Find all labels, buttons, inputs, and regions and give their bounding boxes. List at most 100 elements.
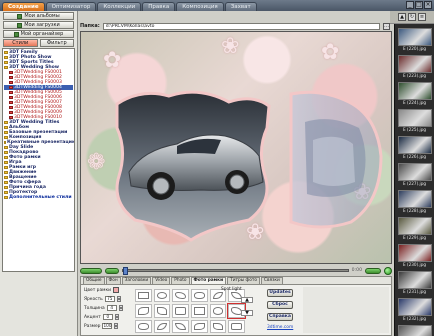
size-value[interactable]: 100 (102, 323, 113, 329)
timeline-knob[interactable] (123, 267, 128, 275)
accent-value[interactable]: 0 (102, 314, 113, 320)
arrow-down-icon[interactable]: ▼ (241, 310, 253, 316)
settings-blank-area (303, 287, 389, 333)
settings-panel: Общие Фон Заголовки Video Photo Фото рамки Тит… (80, 276, 392, 336)
tab-edit[interactable]: Правка (142, 2, 176, 11)
frame-shape-option[interactable] (190, 319, 208, 333)
size-label: Размер (84, 323, 101, 329)
thumbnail-item[interactable]: E (223).jpg (395, 55, 434, 81)
frame-color-field[interactable]: Цвет рамки (84, 287, 119, 293)
thumbnail-caption: E (225).jpg (402, 127, 427, 132)
brightness-spinner[interactable] (116, 296, 121, 302)
brightness-field[interactable]: Яркость 75 (84, 296, 121, 302)
play-pill-button[interactable] (80, 267, 102, 274)
size-spinner[interactable] (114, 323, 119, 329)
frame-shape-option[interactable] (172, 319, 189, 333)
tab-collections[interactable]: Коллекции (97, 2, 142, 11)
timeline-slider[interactable] (122, 267, 349, 275)
thumbnail-caption: E (224).jpg (402, 100, 427, 105)
thumbnail-image (397, 163, 432, 181)
thumbnail-item[interactable]: E (230).jpg (395, 244, 434, 270)
brightness-value[interactable]: 75 (104, 296, 115, 302)
styles-toggle[interactable]: Стили (3, 39, 38, 47)
accent-spinner[interactable] (114, 314, 119, 320)
settings-tab[interactable]: Заголовки (121, 277, 152, 284)
settings-tabs: Общие Фон Заголовки Video Photo Фото рамки Тит… (81, 277, 391, 284)
folder-icon (9, 101, 13, 104)
help-button[interactable]: Справка (267, 313, 293, 321)
folder-icon (9, 96, 13, 99)
tree-item[interactable]: Дополнительные стили (4, 195, 73, 200)
tab-capture[interactable]: Захват (224, 2, 257, 11)
my-downloads-button[interactable]: Мои загрузки (3, 21, 74, 29)
frame-shape-option[interactable] (172, 304, 189, 318)
folder-icon (4, 61, 8, 64)
maximize-icon[interactable]: □ (415, 1, 423, 9)
frame-shape-option[interactable] (190, 289, 208, 303)
filter-toggle[interactable]: Фильтр (39, 39, 74, 47)
thumbnail-item[interactable]: E (231).jpg (395, 271, 434, 297)
frame-shape-option[interactable] (228, 319, 245, 333)
settings-body: Цвет рамки Яркость 75 Толщина 4 Акцент 0… (81, 284, 391, 335)
stop-pill-button[interactable] (105, 267, 119, 274)
thumbnail-item[interactable]: E (220).jpg (395, 28, 434, 54)
folder-path-input[interactable]: d:\PRCVM\Kollas\avto (102, 22, 380, 30)
thickness-field[interactable]: Толщина 4 (84, 305, 123, 311)
thumbnail-item[interactable]: E (226).jpg (395, 136, 434, 162)
volume-pill[interactable] (365, 267, 381, 274)
up-arrow-icon[interactable]: ▲ (398, 13, 406, 21)
website-link[interactable]: 3dtime.com (267, 325, 293, 330)
minimize-icon[interactable]: _ (406, 1, 414, 9)
preview-canvas[interactable]: ✿ ❀ ✿ ❀ ❁ ❀ (80, 31, 392, 264)
reset-button[interactable]: Сброс (267, 301, 293, 309)
thumbnail-item[interactable]: E (229).jpg (395, 217, 434, 243)
thumbnail-item[interactable]: E (228).jpg (395, 190, 434, 216)
size-field[interactable]: Размер 100 (84, 323, 119, 329)
settings-tab[interactable]: Общие (83, 277, 105, 284)
settings-tab[interactable]: Photo (171, 277, 190, 284)
arrow-up-icon[interactable]: ▲ (241, 297, 253, 303)
frame-shape-option[interactable] (153, 289, 171, 303)
browse-icon[interactable]: … (383, 22, 390, 30)
style-tree[interactable]: 3DT Family 3DT Photo Show 3DT Sports Title… (2, 48, 75, 272)
thumbnail-item[interactable]: E (225).jpg (395, 109, 434, 135)
refresh-icon[interactable]: ↻ (408, 13, 416, 21)
record-button[interactable] (384, 266, 392, 275)
frame-nav: ▲ ▼ (241, 297, 253, 316)
frame-shape-option[interactable] (153, 319, 171, 333)
thumbnail-item[interactable]: E (232).jpg (395, 298, 434, 324)
settings-tab[interactable]: Фон (105, 277, 121, 284)
frame-shape-option[interactable] (135, 289, 152, 303)
brightness-label: Яркость (84, 296, 103, 302)
my-organizer-button[interactable]: Мой органайзер (3, 30, 74, 38)
settings-icon[interactable]: ≡ (418, 13, 426, 21)
settings-tab[interactable]: Титры фото (227, 277, 260, 284)
close-icon[interactable]: × (424, 1, 432, 9)
updates-button[interactable]: Updates (267, 289, 293, 297)
frame-shape-option[interactable] (153, 304, 171, 318)
settings-tab[interactable]: Связки (260, 277, 283, 284)
tab-composition[interactable]: Композиция (176, 2, 224, 11)
settings-tab[interactable]: Video (152, 277, 171, 284)
thumbnail-item[interactable]: E (224).jpg (395, 82, 434, 108)
thumbnail-item[interactable]: E (233).jpg (395, 325, 434, 336)
settings-tab[interactable]: Фото рамки (190, 277, 227, 284)
frame-shape-option[interactable] (209, 304, 227, 318)
thickness-spinner[interactable] (118, 305, 123, 311)
accent-field[interactable]: Акцент 0 (84, 314, 119, 320)
action-buttons: Updates Сброс Справка 3dtime.com (267, 289, 293, 330)
left-panel: Мои альбомы Мои загрузки Мой органайзер … (0, 11, 78, 336)
frame-shape-option[interactable] (190, 304, 208, 318)
folder-icon (4, 136, 8, 139)
thumbnail-caption: E (226).jpg (402, 154, 427, 159)
thickness-value[interactable]: 4 (106, 305, 117, 311)
tab-optimizer[interactable]: Оптимизатор (45, 2, 97, 11)
frame-shape-option[interactable] (209, 319, 227, 333)
frame-shape-option[interactable] (135, 304, 152, 318)
my-albums-button[interactable]: Мои альбомы (3, 12, 74, 20)
tab-create[interactable]: Создание (2, 2, 45, 11)
frame-color-swatch[interactable] (112, 287, 119, 293)
thumbnail-item[interactable]: E (227).jpg (395, 163, 434, 189)
frame-shape-option[interactable] (135, 319, 152, 333)
frame-shape-option[interactable] (172, 289, 189, 303)
